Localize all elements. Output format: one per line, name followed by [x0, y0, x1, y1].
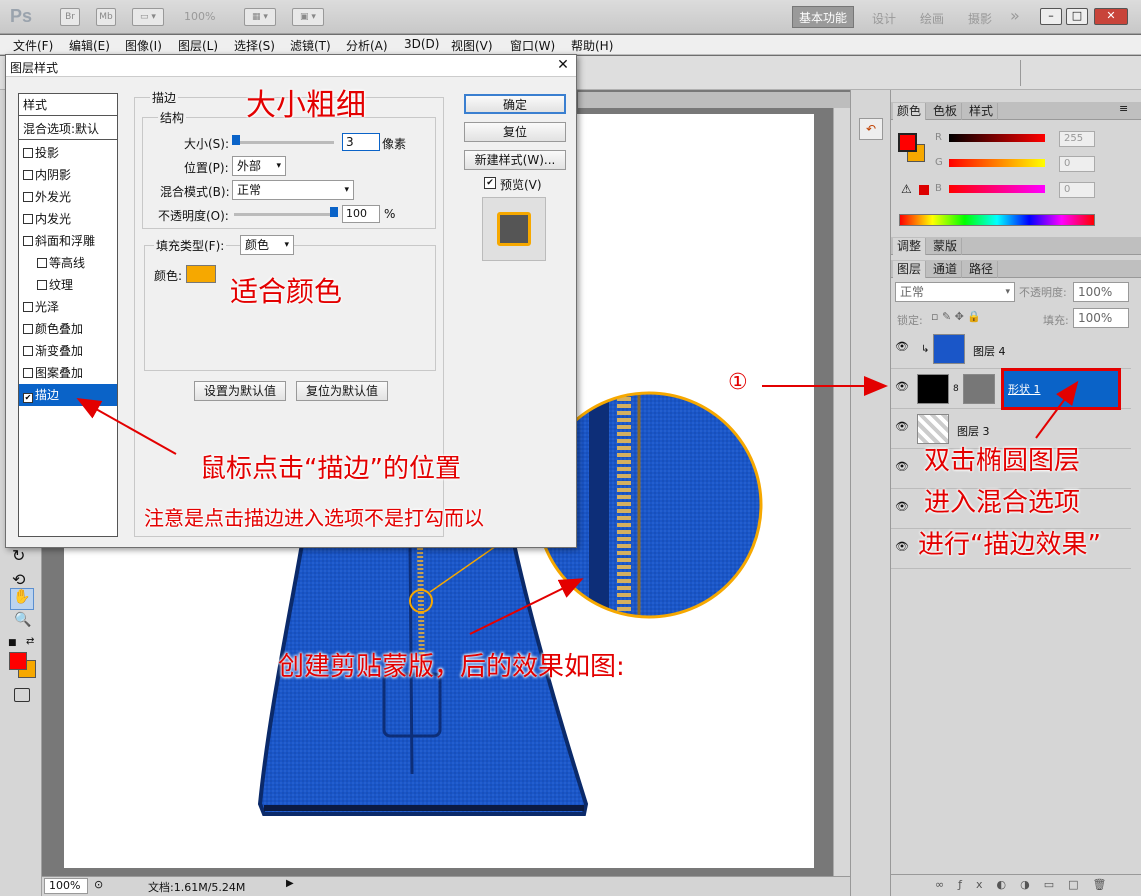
- annotation-step-number: ①: [728, 370, 748, 395]
- annotation-dblclick-line3: 进行“描边效果”: [918, 530, 1101, 560]
- annotation-clip-mask: 创建剪贴蒙版，后的效果如图:: [278, 652, 625, 682]
- annotation-dblclick-line1: 双击椭圆图层: [924, 446, 1081, 476]
- annotation-color: 适合颜色: [230, 275, 343, 308]
- annotation-note: 注意是点击描边进入选项不是打勾而以: [144, 506, 484, 530]
- annotation-dblclick-line2: 进入混合选项: [924, 488, 1081, 518]
- annotation-size: 大小粗细: [246, 88, 366, 123]
- annotation-click-stroke: 鼠标点击“描边”的位置: [200, 454, 461, 484]
